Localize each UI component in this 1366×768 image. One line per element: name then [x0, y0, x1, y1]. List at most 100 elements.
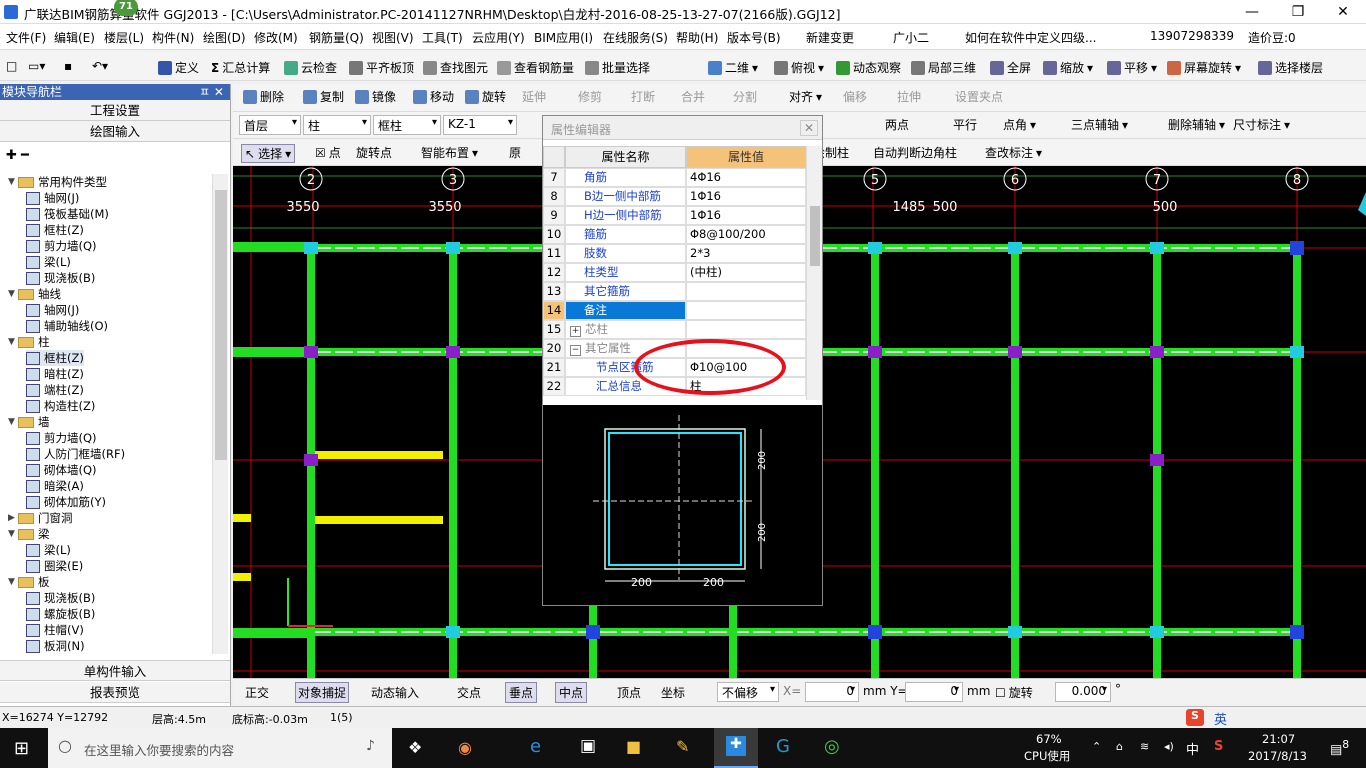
- fullscreen-button[interactable]: 全屏: [990, 59, 1031, 76]
- property-value[interactable]: 柱: [686, 377, 806, 396]
- menu-cloud[interactable]: 云应用(Y): [472, 29, 525, 46]
- menu-new-change[interactable]: 新建变更: [806, 29, 854, 46]
- glodon-g-icon[interactable]: G: [776, 736, 790, 757]
- store-icon[interactable]: ▣: [580, 736, 596, 756]
- split-button[interactable]: 分割: [733, 88, 757, 105]
- smart-layout-button[interactable]: 智能布置 ▾: [421, 144, 478, 161]
- property-scrollbar[interactable]: [806, 146, 822, 400]
- point-tool-button[interactable]: ☒ 点: [315, 144, 341, 161]
- notification-badge[interactable]: 71: [114, 0, 138, 16]
- zoom-button[interactable]: 缩放 ▾: [1043, 59, 1093, 76]
- tree-item[interactable]: 剪力墙(Q): [26, 430, 97, 446]
- maximize-button[interactable]: ❐: [1275, 0, 1321, 24]
- nav-pin-close[interactable]: ㅍ ✕: [199, 84, 224, 100]
- tree-item[interactable]: 端柱(Z): [26, 382, 84, 398]
- menu-view[interactable]: 视图(V): [372, 29, 414, 46]
- tree-item[interactable]: 砌体墙(Q): [26, 462, 97, 478]
- subtype-select[interactable]: 框柱: [373, 115, 441, 135]
- tree-item[interactable]: 辅助轴线(O): [26, 318, 108, 334]
- property-value[interactable]: [686, 282, 806, 301]
- tree-toggle-icon[interactable]: ▶: [8, 513, 18, 523]
- rotate-point-button[interactable]: 旋转点: [356, 144, 392, 161]
- property-value[interactable]: [686, 339, 806, 358]
- copy-button[interactable]: 复制: [303, 88, 344, 105]
- tree-toggle-icon[interactable]: ▼: [8, 529, 18, 539]
- close-button[interactable]: ✕: [1320, 0, 1366, 24]
- object-snap-toggle[interactable]: 对象捕捉: [295, 682, 350, 703]
- network-icon[interactable]: ⌂: [1116, 740, 1123, 753]
- intersection-snap[interactable]: 交点: [457, 684, 481, 701]
- menu-guangxiaoer[interactable]: 广小二: [893, 29, 929, 46]
- save-icon[interactable]: ▪: [64, 59, 72, 73]
- volume-icon[interactable]: ◂): [1164, 740, 1174, 753]
- auto-edge-column-button[interactable]: 自动判断边角柱: [873, 144, 957, 161]
- local-3d-button[interactable]: 局部三维: [911, 59, 976, 76]
- offset-button[interactable]: 偏移: [843, 88, 867, 105]
- notification-center-icon[interactable]: ▤8: [1330, 738, 1349, 757]
- tree-group[interactable]: ▼ 常用构件类型: [8, 174, 107, 190]
- property-value[interactable]: [686, 320, 806, 339]
- tree-item[interactable]: 梁(L): [26, 254, 71, 270]
- expand-toggle-icon[interactable]: −: [570, 345, 581, 356]
- tree-item[interactable]: 轴网(J): [26, 302, 79, 318]
- tree-item[interactable]: 人防门框墙(RF): [26, 446, 125, 462]
- edit-annotation-button[interactable]: 查改标注 ▾: [985, 144, 1042, 161]
- tree-item[interactable]: 柱帽(V): [26, 622, 84, 638]
- tree-item[interactable]: 梁(L): [26, 542, 71, 558]
- rotate-button[interactable]: 旋转: [465, 88, 506, 105]
- property-editor-close-icon[interactable]: ✕: [800, 120, 818, 136]
- property-row[interactable]: 14 备注: [543, 301, 806, 320]
- dynamic-input-toggle[interactable]: 动态输入: [371, 684, 419, 701]
- tree-group[interactable]: ▼ 墙: [8, 414, 50, 430]
- pan-button[interactable]: 平移 ▾: [1107, 59, 1157, 76]
- break-button[interactable]: 打断: [631, 88, 655, 105]
- report-preview-button[interactable]: 报表预览: [0, 682, 230, 703]
- y-input[interactable]: 0: [905, 682, 963, 702]
- tree-toggle-icon[interactable]: ▼: [8, 577, 18, 587]
- property-value[interactable]: Φ8@100/200: [686, 225, 806, 244]
- property-value[interactable]: Φ10@100: [686, 358, 806, 377]
- single-component-input-button[interactable]: 单构件输入: [0, 660, 230, 681]
- tree-toggle-icon[interactable]: ▼: [8, 337, 18, 347]
- summary-calc-button[interactable]: Σ 汇总计算: [211, 59, 270, 76]
- property-row[interactable]: 9 H边一侧中部筋 1Φ16: [543, 206, 806, 225]
- dimension-button[interactable]: 尺寸标注 ▾: [1233, 116, 1290, 133]
- menu-draw[interactable]: 绘图(D): [203, 29, 246, 46]
- tree-toggle-icon[interactable]: ▼: [8, 289, 18, 299]
- tree-item[interactable]: 框柱(Z): [26, 222, 84, 238]
- tree-scrollbar[interactable]: [212, 174, 228, 654]
- tree-item[interactable]: 暗梁(A): [26, 478, 84, 494]
- tree-group[interactable]: ▼ 轴线: [8, 286, 61, 302]
- align-slab-top-button[interactable]: 平齐板顶: [349, 59, 414, 76]
- tree-group[interactable]: ▼ 板: [8, 574, 50, 590]
- component-name-select[interactable]: KZ-1: [443, 115, 517, 135]
- define-button[interactable]: 定义: [158, 59, 199, 76]
- task-view-icon[interactable]: ❖: [408, 738, 422, 757]
- view-2d-button[interactable]: 二维 ▾: [708, 59, 758, 76]
- undo-icon[interactable]: ↶▾: [92, 59, 108, 73]
- project-settings-button[interactable]: 工程设置: [0, 100, 230, 121]
- tree-item[interactable]: 砌体加筋(Y): [26, 494, 106, 510]
- tree-item[interactable]: 构造柱(Z): [26, 398, 95, 414]
- view-rebar-button[interactable]: 查看钢筋量: [497, 59, 574, 76]
- property-value[interactable]: 2*3: [686, 244, 806, 263]
- tree-item[interactable]: 暗柱(Z): [26, 366, 84, 382]
- delete-button[interactable]: 删除: [243, 88, 284, 105]
- tree-item[interactable]: 现浇板(B): [26, 590, 95, 606]
- menu-component[interactable]: 构件(N): [152, 29, 194, 46]
- perpendicular-snap[interactable]: 垂点: [505, 682, 538, 703]
- tree-toggle-icon[interactable]: ▼: [8, 177, 18, 187]
- tree-item[interactable]: 轴网(J): [26, 190, 79, 206]
- mirror-button[interactable]: 镜像: [355, 88, 396, 105]
- sogou-tray-icon[interactable]: S: [1214, 739, 1223, 754]
- tray-up-icon[interactable]: ⌃: [1092, 740, 1101, 753]
- delete-aux-axis-button[interactable]: 删除辅轴 ▾: [1168, 116, 1225, 133]
- ggj-app-icon[interactable]: ✚: [714, 728, 758, 768]
- batch-select-button[interactable]: 批量选择: [585, 59, 650, 76]
- tree-group[interactable]: ▼ 梁: [8, 526, 50, 542]
- rotate-checkbox[interactable]: ☐ 旋转: [995, 684, 1033, 701]
- tree-group[interactable]: ▶ 门窗洞: [8, 510, 73, 526]
- property-row[interactable]: 13 其它箍筋: [543, 282, 806, 301]
- original-button[interactable]: 原: [509, 144, 521, 161]
- new-file-icon[interactable]: □: [6, 59, 17, 73]
